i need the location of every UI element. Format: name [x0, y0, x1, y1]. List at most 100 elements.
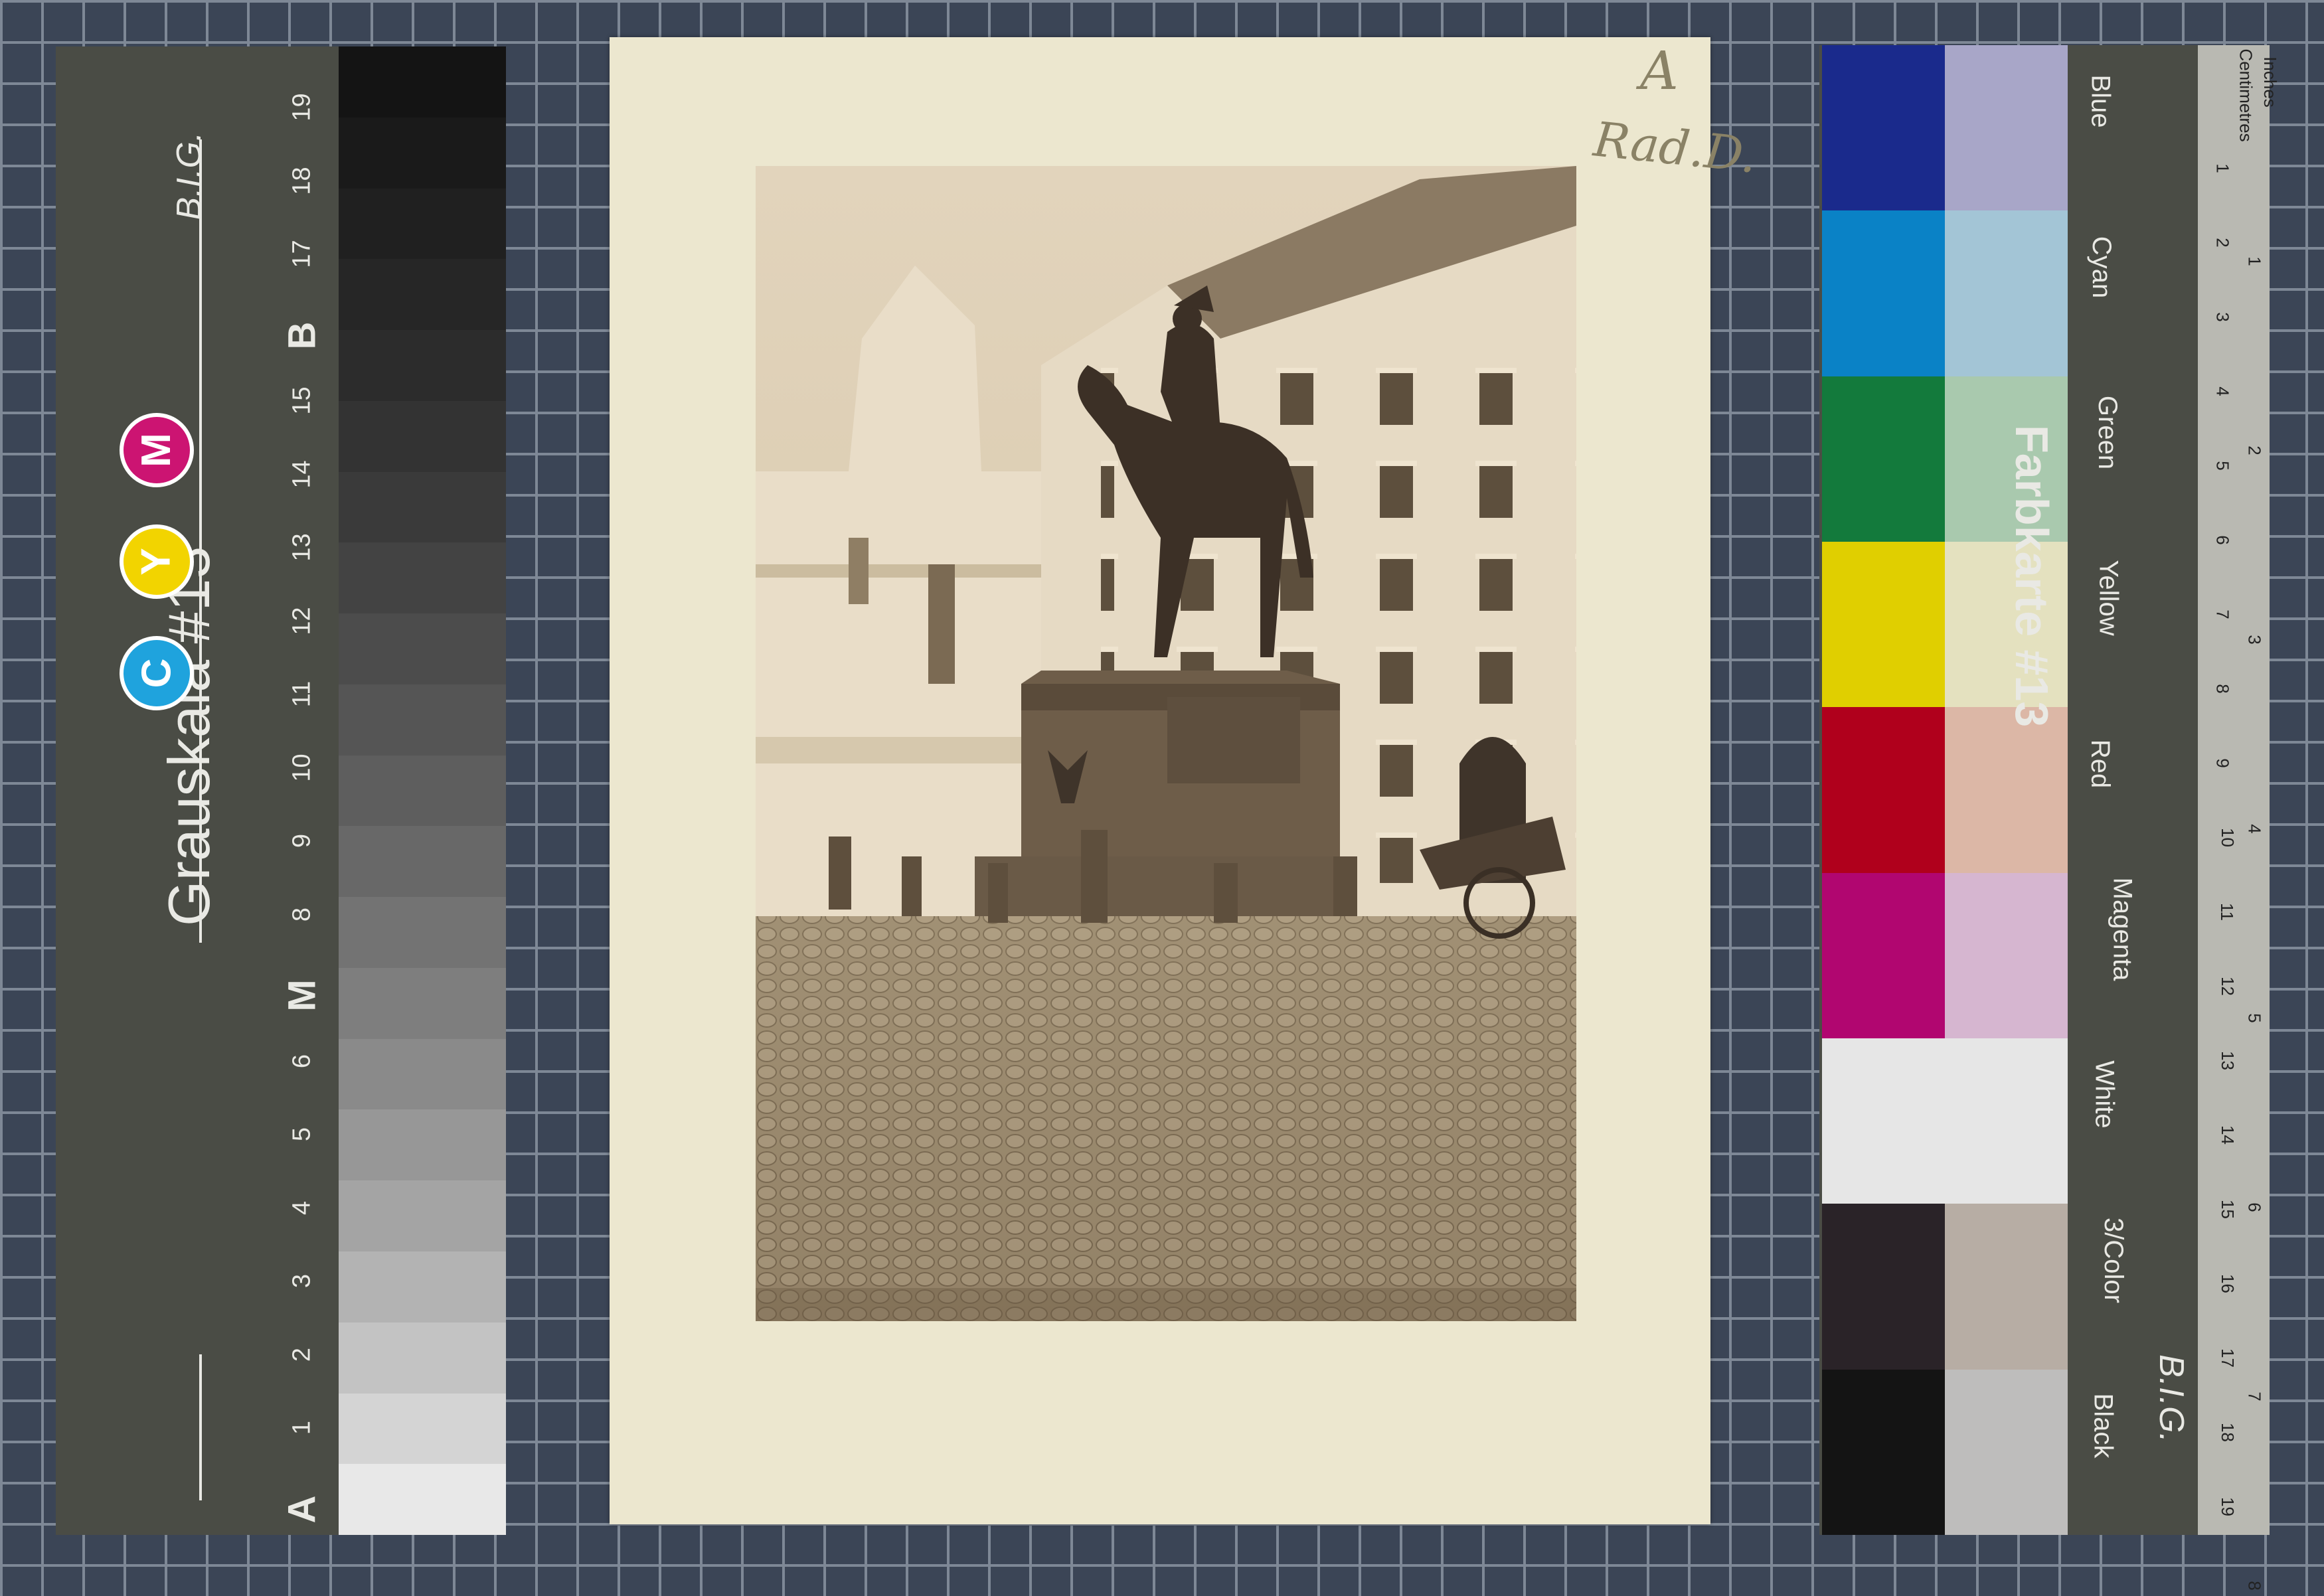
annotation-letter: A	[1640, 40, 1679, 102]
grey-scale-tick: B	[280, 321, 324, 350]
equestrian-statue-photo	[756, 166, 1576, 1321]
grey-step	[339, 826, 506, 898]
grey-scale-tick: 3	[288, 1274, 316, 1289]
grey-scale-tick: 1	[288, 1421, 316, 1435]
color-patch-tint	[1945, 872, 2068, 1038]
ruler-cm-tick: 8	[2212, 684, 2233, 694]
grey-scale-tick: 11	[288, 680, 316, 708]
color-patch-label: Red	[2086, 739, 2116, 788]
grey-step	[339, 542, 506, 614]
grey-scale-tick: 5	[288, 1127, 316, 1142]
grey-scale-tick: 17	[288, 240, 316, 268]
grey-scale-logo: B.I.G.	[170, 131, 208, 220]
color-patch	[1822, 45, 1945, 211]
grey-scale-tick: 18	[288, 166, 316, 195]
ruler-cm-tick: 11	[2217, 903, 2237, 921]
ground-shade	[756, 916, 1576, 1321]
grey-scale-tick: 19	[288, 93, 316, 121]
grey-scale-strip	[339, 46, 506, 1536]
grey-step	[339, 1109, 506, 1181]
color-patch-label: Yellow	[2094, 560, 2123, 636]
ruler-cm-tick: 15	[2217, 1200, 2238, 1219]
color-patch-label: White	[2090, 1060, 2119, 1129]
ruler-cm-tick: 19	[2217, 1497, 2238, 1516]
grey-step	[339, 400, 506, 472]
color-patch-label: Magenta	[2108, 877, 2137, 981]
color-patch	[1822, 1038, 2068, 1204]
grey-scale-tick: M	[280, 979, 324, 1012]
grey-scale-ticks: A 1 2 3 4 5 6 M 8 9 10 11 12 13 14 15 B 17 18 19	[269, 66, 335, 1527]
church-balustrade	[756, 737, 1041, 763]
ruler-cm-tick: 4	[2212, 386, 2233, 396]
grey-step	[339, 471, 506, 543]
color-patch-grid	[1822, 45, 2068, 1535]
grey-scale-tick: 4	[288, 1200, 316, 1215]
ruler-cm-tick: 13	[2217, 1051, 2238, 1070]
ruler-cm-tick: 1	[2212, 163, 2233, 173]
ruler-cm-tick: 18	[2217, 1423, 2238, 1442]
bronze-relief	[1167, 697, 1300, 783]
pencil-annotation: A Rad.D.	[1591, 40, 1759, 199]
color-patch-label: Green	[2093, 395, 2123, 470]
grey-step	[339, 613, 506, 684]
church-window	[928, 564, 955, 684]
color-patch-label: 3/Color	[2098, 1217, 2128, 1303]
grey-step	[339, 46, 506, 118]
color-patch	[1822, 210, 1945, 376]
color-patch-tint	[1945, 1369, 2068, 1535]
grey-scale-tick: 14	[288, 459, 316, 489]
pedestal-base	[975, 856, 1353, 916]
color-patch	[1822, 1369, 1945, 1535]
grey-step	[339, 1464, 506, 1536]
ruler-cm-tick: 14	[2217, 1125, 2238, 1145]
ruler-cm-tick: 3	[2212, 312, 2233, 322]
ruler-inch-tick: 8	[2244, 1581, 2265, 1591]
color-patch	[1822, 707, 1945, 873]
grey-step	[339, 1180, 506, 1252]
grey-scale-tick: 2	[288, 1347, 316, 1362]
grey-step	[339, 967, 506, 1039]
ruler-labels: Inches Centimetres 1 2 3 4 5 6 7 8 9 10 11 12 13 14 15…	[2198, 45, 2280, 1590]
color-patch	[1822, 1204, 1945, 1370]
grey-scale-tick: 9	[288, 834, 316, 848]
ruler-inch-tick: 6	[2244, 1202, 2265, 1212]
photo-bottom-shade	[756, 1288, 1576, 1321]
yellow-dot-icon: Y	[120, 524, 194, 599]
color-patch-labels: Blue Cyan Green Yellow Red Magenta White 3/Colo…	[2070, 45, 2137, 1535]
ruler-cm-tick: 10	[2217, 828, 2238, 847]
color-patch	[1822, 541, 1945, 708]
grey-step	[339, 1038, 506, 1110]
ruler-cm-label: Centimetres	[2236, 48, 2256, 142]
grey-step	[339, 897, 506, 968]
grey-step	[339, 117, 506, 189]
church-niche	[849, 538, 869, 604]
grey-step	[339, 755, 506, 827]
ruler-inch-tick: 3	[2244, 635, 2265, 645]
color-patch-tint	[1945, 45, 2068, 211]
color-patch	[1822, 872, 1945, 1038]
grey-step	[339, 330, 506, 401]
ruler-cm-tick: 9	[2212, 758, 2233, 768]
ruler-cm-tick: 12	[2217, 977, 2238, 996]
ruler-cm-tick: 5	[2212, 461, 2233, 471]
grey-step	[339, 684, 506, 756]
ruler-inch-tick: 5	[2244, 1013, 2265, 1023]
ruler-inch-tick: 2	[2244, 445, 2265, 455]
ruler-cm-tick: 2	[2212, 238, 2233, 248]
grey-scale-tick: 13	[288, 533, 316, 562]
ruler-cm-tick: 6	[2212, 535, 2233, 545]
magenta-dot-icon: M	[120, 413, 194, 487]
ruler-cm-tick: 7	[2212, 609, 2233, 619]
grey-step	[339, 259, 506, 331]
grey-scale-title: Grauskala #13	[156, 546, 222, 926]
grey-scale-rule-bottom	[199, 1354, 202, 1500]
cyan-dot-icon: C	[120, 636, 194, 710]
ruler-inch-tick: 1	[2244, 256, 2265, 266]
ruler-inch-tick: 7	[2244, 1392, 2265, 1401]
grey-scale-tick: 8	[288, 907, 316, 921]
color-patch-tint	[1945, 1204, 2068, 1370]
grey-step	[339, 1251, 506, 1322]
church-cornice	[756, 564, 1041, 578]
color-patch	[1822, 376, 1945, 542]
grey-step	[339, 188, 506, 260]
